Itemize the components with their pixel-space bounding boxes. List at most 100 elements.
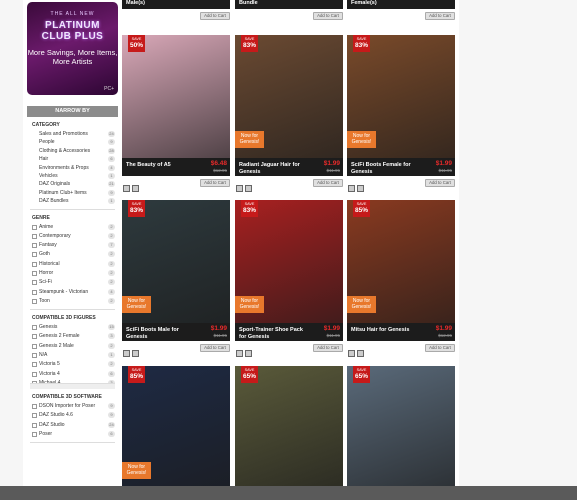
product-name[interactable]: Sport-Trainer Shoe Pack for Genesis <box>239 327 309 340</box>
checkbox[interactable] <box>32 280 37 286</box>
checkbox[interactable] <box>32 353 37 359</box>
add-to-cart-button[interactable]: Add to Cart <box>425 179 455 187</box>
filter-checkbox-row[interactable]: Sci-Fi 2 <box>27 278 118 287</box>
filter-checkbox-row[interactable]: DAZ Studio 24 <box>27 421 118 430</box>
wishlist-icon[interactable] <box>348 185 355 192</box>
category-link[interactable]: DAZ Bundles 1 <box>27 197 118 205</box>
checkbox[interactable] <box>32 343 37 349</box>
product-image[interactable]: SAVE 83% Now for Genesis! <box>347 35 455 158</box>
add-to-cart-button[interactable]: Add to Cart <box>200 344 230 352</box>
filter-checkbox-row[interactable]: Genesis 2 Female 3 <box>27 332 118 341</box>
checkbox[interactable] <box>32 252 37 258</box>
save-label: SAVE <box>356 368 367 372</box>
filter-checkbox-row[interactable]: Poser 6 <box>27 430 118 439</box>
category-link[interactable]: Environments & Props 4 <box>27 164 118 172</box>
compare-icon[interactable] <box>245 185 252 192</box>
wishlist-icon[interactable] <box>123 185 130 192</box>
product-caption: SciFi Boots Female for Genesis $1.99 $11.9… <box>347 158 455 176</box>
checkbox[interactable] <box>32 371 37 377</box>
product-image[interactable]: SAVE 83% Now for Genesis! <box>122 200 230 323</box>
checkbox[interactable] <box>32 362 37 368</box>
compare-icon[interactable] <box>357 185 364 192</box>
checkbox[interactable] <box>32 432 37 438</box>
figures-scrollbar[interactable] <box>30 383 115 390</box>
product-image[interactable]: SAVE 65% <box>235 366 343 489</box>
product-image[interactable]: SAVE 83% Now for Genesis! <box>235 35 343 158</box>
filter-checkbox-row[interactable]: Fantasy 7 <box>27 241 118 250</box>
filter-checkbox-row[interactable]: DSON Importer for Poser 9 <box>27 402 118 411</box>
product-image[interactable]: SAVE 85% Now for Genesis! <box>347 200 455 323</box>
add-to-cart-button[interactable]: Add to Cart <box>313 12 343 20</box>
product-name[interactable]: The Beauty of A5 <box>126 162 196 169</box>
filter-label: Victoria 4 <box>39 370 60 377</box>
save-label: SAVE <box>131 37 142 41</box>
compare-icon[interactable] <box>357 350 364 357</box>
filter-checkbox-row[interactable]: Michael 4 3 <box>27 379 118 384</box>
count-badge: 2 <box>108 223 115 230</box>
discount-percent: 65% <box>242 373 256 380</box>
category-link[interactable]: Clothing & Accessories 28 <box>27 147 118 155</box>
add-to-cart-button[interactable]: Add to Cart <box>313 179 343 187</box>
figures-scroll-area[interactable]: Genesis 15 Genesis 2 Female 3 Genesis 2 Male… <box>27 323 118 384</box>
filter-checkbox-row[interactable]: Historical 2 <box>27 260 118 269</box>
category-link[interactable]: Hair 6 <box>27 155 118 163</box>
product-image[interactable]: SAVE 50% <box>122 35 230 158</box>
product-name[interactable]: Mitsu Hair for Genesis <box>351 327 421 334</box>
wishlist-icon[interactable] <box>123 350 130 357</box>
filter-checkbox-row[interactable]: DAZ Studio 4.6 9 <box>27 411 118 420</box>
product-image[interactable]: SAVE 85% Now for Genesis! <box>122 366 230 489</box>
checkbox[interactable] <box>32 298 37 304</box>
product-name[interactable]: SciFi Boots Female for Genesis <box>351 162 421 175</box>
filter-label: Goth <box>39 251 50 258</box>
category-link[interactable]: Vehicles 1 <box>27 172 118 180</box>
filter-checkbox-row[interactable]: Genesis 2 Male 2 <box>27 342 118 351</box>
wishlist-icon[interactable] <box>348 350 355 357</box>
compare-icon[interactable] <box>132 350 139 357</box>
filter-checkbox-row[interactable]: Steampunk - Victorian 4 <box>27 288 118 297</box>
product-image[interactable]: SAVE 65% <box>347 366 455 489</box>
sale-price: $1.99 <box>323 160 340 167</box>
add-to-cart-button[interactable]: Add to Cart <box>313 344 343 352</box>
banner-title-line2: CLUB PLUS <box>41 31 104 42</box>
filter-checkbox-row[interactable]: Victoria 5 2 <box>27 360 118 369</box>
filter-label: Genesis 2 Male <box>39 342 74 349</box>
checkbox[interactable] <box>32 422 37 428</box>
filter-checkbox-row[interactable]: Toon 2 <box>27 297 118 306</box>
category-link[interactable]: Platinum Club+ Items 9 <box>27 189 118 197</box>
checkbox[interactable] <box>32 271 37 276</box>
filter-checkbox-row[interactable]: Anime 2 <box>27 223 118 232</box>
add-to-cart-button[interactable]: Add to Cart <box>425 344 455 352</box>
checkbox[interactable] <box>32 289 37 295</box>
product-name[interactable]: Radiant Jaguar Hair for Genesis <box>239 162 309 175</box>
filter-checkbox-row[interactable]: Victoria 4 6 <box>27 370 118 379</box>
banner-tagline: More Savings, More Items, More Artists <box>27 48 118 66</box>
filter-checkbox-row[interactable]: Horror 2 <box>27 269 118 278</box>
add-to-cart-button[interactable]: Add to Cart <box>425 12 455 20</box>
add-to-cart-button[interactable]: Add to Cart <box>200 12 230 20</box>
category-link[interactable]: DAZ Originals 21 <box>27 180 118 188</box>
checkbox[interactable] <box>32 243 37 249</box>
checkbox[interactable] <box>32 413 37 419</box>
wishlist-icon[interactable] <box>236 350 243 357</box>
filter-checkbox-row[interactable]: N/A 1 <box>27 351 118 360</box>
wishlist-icon[interactable] <box>236 185 243 192</box>
checkbox[interactable] <box>32 380 37 384</box>
platinum-club-banner[interactable]: THE ALL NEW PLATINUM CLUB PLUS More Savi… <box>27 2 118 95</box>
checkbox[interactable] <box>32 261 37 267</box>
checkbox[interactable] <box>32 325 37 331</box>
compare-icon[interactable] <box>132 185 139 192</box>
filter-checkbox-row[interactable]: Goth 2 <box>27 250 118 259</box>
compare-icon[interactable] <box>245 350 252 357</box>
add-to-cart-button[interactable]: Add to Cart <box>200 179 230 187</box>
checkbox[interactable] <box>32 334 37 340</box>
category-link[interactable]: People 9 <box>27 138 118 146</box>
filter-checkbox-row[interactable]: Contemporary 2 <box>27 232 118 241</box>
product-image[interactable]: SAVE 83% Now for Genesis! <box>235 200 343 323</box>
checkbox[interactable] <box>32 233 37 239</box>
checkbox[interactable] <box>32 404 37 410</box>
category-link[interactable]: Sales and Promotions 24 <box>27 130 118 138</box>
filter-checkbox-row[interactable]: Genesis 15 <box>27 323 118 332</box>
filter-sidebar: NARROW BY CATEGORY Sales and Promotions 2… <box>27 106 118 444</box>
checkbox[interactable] <box>32 224 37 230</box>
product-name[interactable]: SciFi Boots Male for Genesis <box>126 327 196 340</box>
